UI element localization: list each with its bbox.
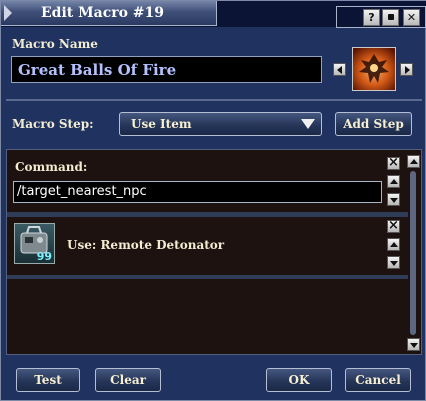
step-command: Command: /target_nearest_npc × bbox=[7, 150, 408, 213]
arrow-down-icon bbox=[390, 261, 398, 266]
arrow-up-icon bbox=[410, 159, 418, 164]
close-icon: × bbox=[388, 155, 399, 170]
macro-icon[interactable] bbox=[352, 47, 396, 91]
dropdown-arrow-icon bbox=[301, 119, 315, 129]
test-button[interactable]: Test bbox=[16, 368, 80, 392]
item-slot[interactable]: 99 bbox=[14, 223, 55, 264]
title-bar[interactable]: Edit Macro #19 ? ✕ bbox=[1, 1, 426, 28]
footer-bar: Test Clear OK Cancel bbox=[6, 361, 422, 397]
title-tab: Edit Macro #19 bbox=[1, 1, 217, 26]
arrow-down-icon bbox=[410, 343, 418, 348]
minimize-button[interactable] bbox=[382, 9, 399, 26]
command-label: Command: bbox=[15, 160, 88, 174]
close-icon: × bbox=[388, 218, 399, 233]
scroll-track[interactable] bbox=[410, 171, 416, 335]
macro-name-value: Great Balls Of Fire bbox=[18, 61, 177, 79]
scroll-down-button[interactable] bbox=[407, 338, 420, 351]
arrow-left-icon bbox=[337, 66, 342, 74]
steps-scrollbar[interactable] bbox=[407, 155, 420, 351]
arrow-down-icon bbox=[390, 198, 398, 203]
help-button[interactable]: ? bbox=[363, 9, 380, 26]
collapse-arrow-icon[interactable] bbox=[4, 5, 12, 21]
clear-button[interactable]: Clear bbox=[95, 368, 161, 392]
minimize-icon bbox=[387, 14, 394, 20]
scroll-up-button[interactable] bbox=[407, 155, 420, 168]
command-input[interactable]: /target_nearest_npc bbox=[13, 181, 382, 203]
step-separator bbox=[7, 275, 408, 279]
arrow-up-icon bbox=[390, 242, 398, 247]
command-value: /target_nearest_npc bbox=[17, 184, 147, 199]
title-button-group: ? ✕ bbox=[336, 6, 426, 28]
add-step-button[interactable]: Add Step bbox=[335, 112, 412, 136]
divider bbox=[6, 99, 422, 101]
use-item-label: Use: Remote Detonator bbox=[67, 238, 225, 252]
window-title: Edit Macro #19 bbox=[41, 5, 165, 21]
macro-step-selected: Use Item bbox=[131, 117, 192, 131]
arrow-up-icon bbox=[390, 179, 398, 184]
steps-panel: Command: /target_nearest_npc × 99 Use: R… bbox=[6, 149, 422, 355]
close-window-button[interactable]: ✕ bbox=[403, 9, 420, 26]
ok-button[interactable]: OK bbox=[266, 368, 332, 392]
fireball-icon bbox=[359, 54, 389, 83]
step2-delete-button[interactable]: × bbox=[387, 218, 400, 233]
edit-macro-window: Edit Macro #19 ? ✕ Macro Name Great Ball… bbox=[0, 0, 426, 401]
macro-step-label: Macro Step: bbox=[12, 117, 94, 131]
cancel-button[interactable]: Cancel bbox=[345, 368, 411, 392]
macro-step-dropdown[interactable]: Use Item bbox=[119, 112, 322, 136]
step1-move-down-button[interactable] bbox=[387, 193, 400, 206]
step1-delete-button[interactable]: × bbox=[387, 155, 400, 170]
step2-move-down-button[interactable] bbox=[387, 256, 400, 269]
macro-name-label: Macro Name bbox=[12, 37, 98, 51]
step-use-item: 99 Use: Remote Detonator × bbox=[7, 217, 408, 277]
arrow-right-icon bbox=[405, 66, 410, 74]
prev-icon-button[interactable] bbox=[333, 63, 346, 76]
item-count: 99 bbox=[36, 250, 52, 263]
next-icon-button[interactable] bbox=[400, 63, 413, 76]
step2-move-up-button[interactable] bbox=[387, 238, 400, 251]
step1-move-up-button[interactable] bbox=[387, 175, 400, 188]
macro-name-input[interactable]: Great Balls Of Fire bbox=[11, 56, 322, 83]
